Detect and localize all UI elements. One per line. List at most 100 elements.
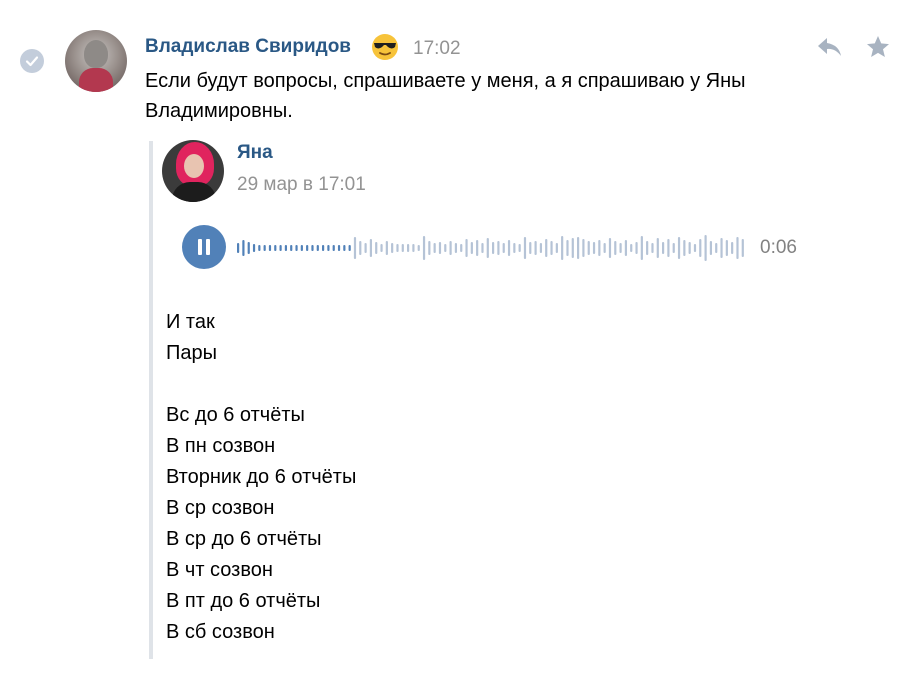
- waveform-bar: [252, 244, 256, 252]
- waveform-bar: [635, 242, 638, 254]
- waveform-bar: [422, 236, 426, 260]
- voice-waveform[interactable]: [237, 230, 747, 266]
- waveform-bar: [247, 242, 250, 254]
- waveform-bar: [598, 240, 601, 256]
- waveform-bar: [715, 243, 718, 253]
- waveform-bar: [258, 245, 261, 251]
- waveform-bar: [412, 244, 415, 252]
- forwarded-text-line: В пн созвон: [166, 435, 276, 457]
- forwarded-text-line: В ср созвон: [166, 497, 275, 519]
- waveform-bar: [237, 243, 240, 253]
- waveform-bar: [741, 239, 744, 257]
- waveform-bar: [242, 240, 245, 256]
- star-icon[interactable]: [865, 34, 891, 60]
- pause-button[interactable]: [182, 225, 226, 269]
- waveform-bar: [385, 241, 388, 255]
- reply-icon[interactable]: [815, 34, 843, 60]
- waveform-bar: [587, 241, 590, 255]
- waveform-bar: [300, 245, 303, 251]
- waveform-bar: [561, 236, 564, 260]
- waveform-bar: [407, 244, 410, 252]
- waveform-bar: [608, 238, 612, 258]
- voice-duration: 0:06: [760, 237, 797, 258]
- forwarded-text-line: В чт созвон: [166, 559, 273, 581]
- waveform-bar: [454, 243, 458, 253]
- waveform-bar: [667, 239, 670, 257]
- waveform-bar: [391, 243, 394, 253]
- check-icon: [25, 56, 39, 67]
- waveform-bar: [518, 244, 521, 252]
- forwarded-text-line: Вс до 6 отчёты: [166, 404, 305, 426]
- waveform-bar: [624, 240, 628, 256]
- waveform-bar: [566, 240, 569, 256]
- waveform-bar: [364, 243, 367, 253]
- pause-icon: [198, 239, 210, 255]
- waveform-bar: [274, 245, 277, 251]
- waveform-bar: [513, 243, 516, 253]
- waveform-bar: [332, 245, 335, 251]
- author-name[interactable]: Владислав Свиридов: [145, 36, 351, 58]
- waveform-bar: [327, 245, 330, 251]
- waveform-bar: [460, 244, 463, 252]
- waveform-bar: [396, 244, 399, 252]
- waveform-bar: [295, 245, 298, 251]
- waveform-bar: [449, 241, 452, 255]
- waveform-bar: [656, 238, 659, 258]
- waveform-bar: [550, 241, 553, 255]
- forwarded-author-name[interactable]: Яна: [237, 142, 273, 164]
- waveform-bar: [444, 244, 447, 252]
- waveform-bar: [401, 244, 404, 252]
- waveform-bar: [369, 239, 373, 257]
- forwarded-date[interactable]: 29 мар в 17:01: [237, 174, 366, 196]
- waveform-bar: [651, 243, 654, 253]
- waveform-bar: [672, 243, 675, 253]
- author-avatar[interactable]: [65, 30, 127, 92]
- waveform-bar: [545, 239, 548, 257]
- waveform-bar: [263, 245, 266, 251]
- forwarded-author-avatar[interactable]: [162, 140, 224, 202]
- waveform-bar: [316, 245, 319, 251]
- waveform-bar: [539, 243, 543, 253]
- waveform-bar: [699, 239, 702, 257]
- forwarded-text-line: Пары: [166, 342, 217, 364]
- waveform-bar: [279, 245, 282, 251]
- waveform-bar: [534, 241, 537, 255]
- waveform-bar: [465, 239, 468, 257]
- sunglasses-emoji-icon: [372, 34, 398, 60]
- waveform-bar: [486, 238, 489, 258]
- waveform-bar: [640, 236, 643, 260]
- waveform-bar: [592, 242, 596, 254]
- waveform-bar: [353, 237, 357, 259]
- waveform-bar: [677, 237, 681, 259]
- forwarded-text-line: В ср до 6 отчёты: [166, 528, 322, 550]
- waveform-bar: [470, 242, 473, 254]
- waveform-bar: [284, 245, 288, 251]
- forwarded-message-bar: [149, 141, 153, 659]
- waveform-bar: [507, 240, 511, 256]
- waveform-bar: [720, 238, 723, 258]
- waveform-bar: [571, 238, 574, 258]
- message-selected-check[interactable]: [20, 49, 44, 73]
- waveform-bar: [709, 241, 713, 255]
- forwarded-text-line: Вторник до 6 отчёты: [166, 466, 357, 488]
- waveform-bar: [736, 237, 739, 259]
- waveform-bar: [614, 241, 617, 255]
- waveform-bar: [433, 243, 436, 253]
- message-time[interactable]: 17:02: [413, 38, 461, 60]
- waveform-bar: [683, 240, 686, 256]
- forwarded-text-line: В пт до 6 отчёты: [166, 590, 321, 612]
- waveform-bar: [630, 244, 633, 252]
- waveform-bar: [688, 242, 691, 254]
- forwarded-text-line: [166, 369, 766, 400]
- waveform-bar: [577, 237, 580, 259]
- waveform-bar: [322, 245, 325, 251]
- waveform-bar: [725, 240, 728, 256]
- waveform-bar: [306, 245, 309, 251]
- waveform-bar: [619, 243, 622, 253]
- waveform-bar: [481, 243, 484, 253]
- waveform-bar: [603, 243, 606, 253]
- waveform-bar: [359, 241, 362, 255]
- waveform-bar: [438, 242, 442, 254]
- waveform-bar: [731, 242, 734, 254]
- waveform-bar: [375, 242, 378, 254]
